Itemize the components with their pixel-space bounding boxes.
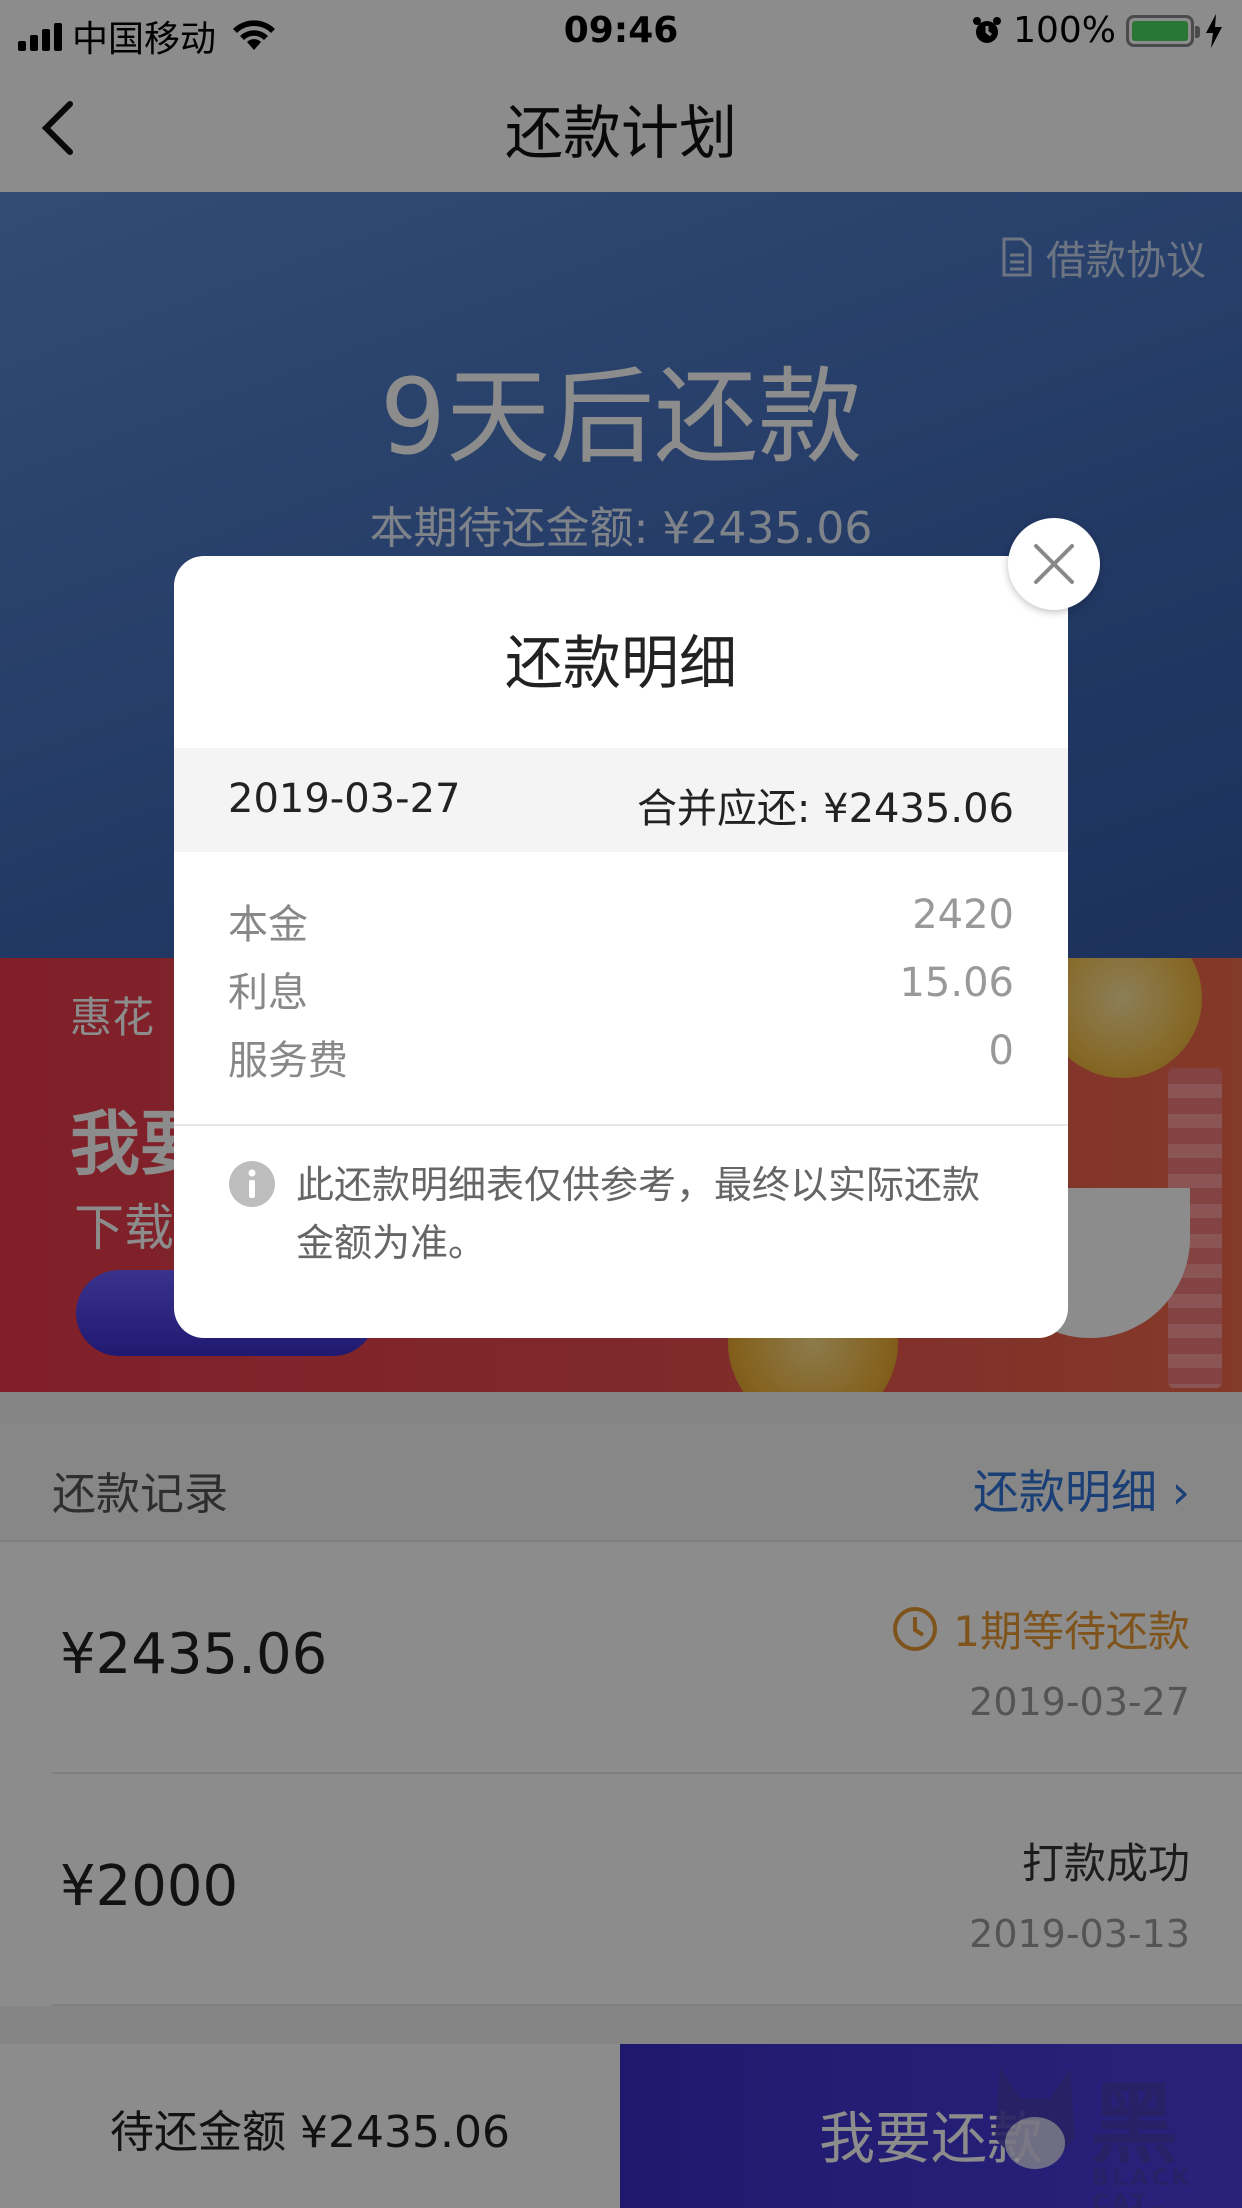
detail-value: 0: [988, 1028, 1014, 1074]
detail-label: 服务费: [228, 1038, 348, 1084]
summary-date: 2019-03-27: [228, 776, 461, 822]
detail-value: 15.06: [899, 960, 1014, 1006]
detail-label: 本金: [228, 902, 308, 948]
repayment-detail-modal: 还款明细 2019-03-27 合并应还: ¥2435.06 本金 2420 利…: [174, 556, 1068, 1338]
close-button[interactable]: [1008, 518, 1100, 610]
modal-summary: 2019-03-27 合并应还: ¥2435.06: [174, 748, 1068, 852]
detail-label: 利息: [228, 970, 308, 1016]
close-icon: [1034, 544, 1074, 584]
detail-row-principal: 本金 2420: [228, 884, 1014, 952]
detail-row-service-fee: 服务费 0: [228, 1020, 1014, 1088]
detail-list: 本金 2420 利息 15.06 服务费 0: [228, 884, 1014, 1088]
modal-divider: [174, 1124, 1068, 1126]
detail-row-interest: 利息 15.06: [228, 952, 1014, 1020]
summary-total: 合并应还: ¥2435.06: [636, 786, 1014, 832]
info-icon: [229, 1161, 275, 1207]
detail-value: 2420: [912, 892, 1014, 938]
modal-note: 此还款明细表仅供参考，最终以实际还款金额为准。: [296, 1163, 981, 1265]
modal-title: 还款明细: [504, 629, 737, 697]
